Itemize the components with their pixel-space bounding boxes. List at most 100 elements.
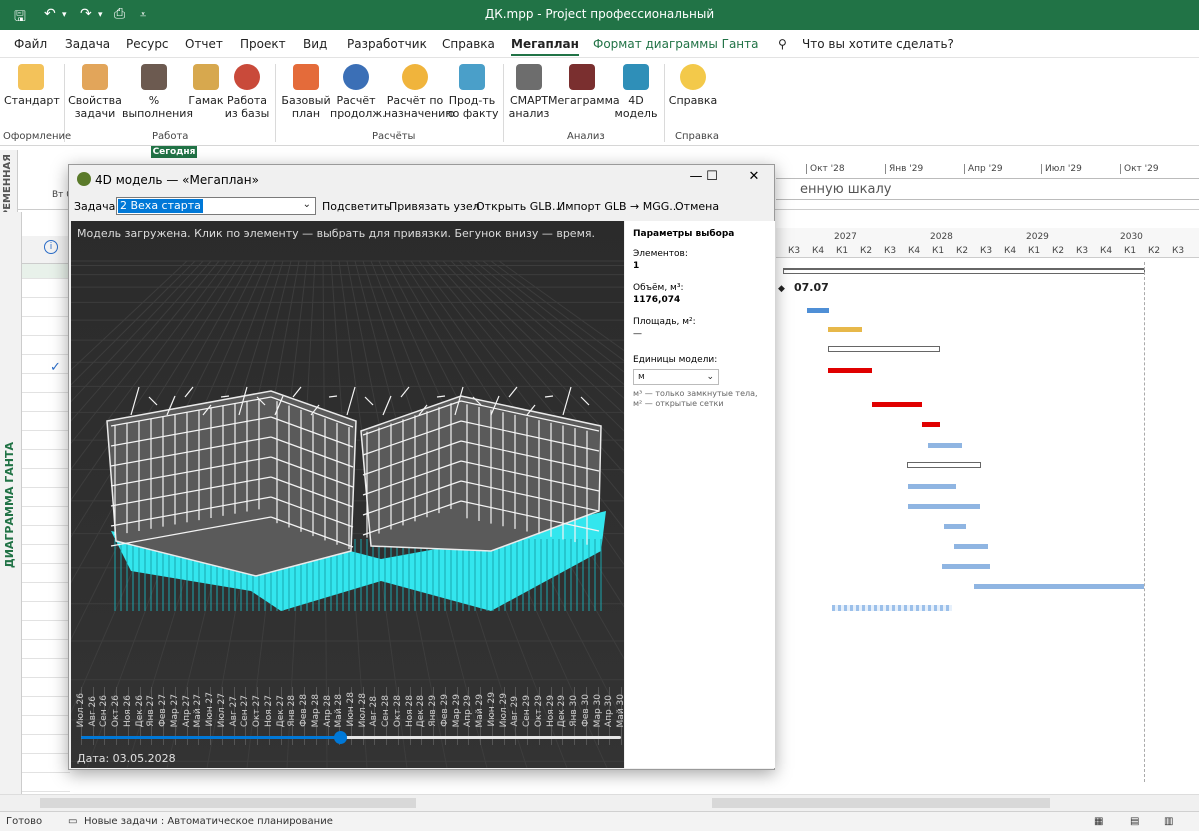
cancel-button[interactable]: Отмена bbox=[675, 200, 719, 213]
task-properties-button[interactable]: Свойства задачи bbox=[68, 64, 122, 120]
month-label: Ноя 29 bbox=[545, 694, 556, 727]
month-label: Авг 28 bbox=[369, 696, 380, 727]
year-label: 2030 bbox=[1120, 232, 1143, 242]
model-left-wing[interactable] bbox=[106, 390, 357, 577]
task-usage-view-icon[interactable]: ▤ bbox=[1130, 816, 1139, 827]
tab-report[interactable]: Отчет bbox=[185, 37, 223, 51]
horizontal-scrollbar[interactable] bbox=[0, 794, 1199, 811]
tab-resource[interactable]: Ресурс bbox=[126, 37, 169, 51]
bind-node-button[interactable]: Привязать узел bbox=[389, 200, 480, 213]
people-icon bbox=[18, 64, 44, 90]
gantt-side-label: ДИАГРАММА ГАНТА bbox=[0, 212, 22, 794]
tab-view[interactable]: Вид bbox=[303, 37, 327, 51]
gantt-chart[interactable]: 2027 2028 2029 2030 К3 К4 К1 К2 К3 К4 К1 К2 К3 К4… bbox=[776, 212, 1199, 794]
work-from-base-button[interactable]: Работа из базы bbox=[224, 64, 270, 120]
hammock-button[interactable]: Гамак bbox=[186, 64, 226, 107]
units-select-value: м bbox=[638, 372, 645, 382]
group-separator bbox=[664, 64, 665, 142]
highlight-button[interactable]: Подсветить bbox=[322, 200, 390, 213]
tab-file[interactable]: Файл bbox=[14, 37, 47, 51]
megagram-button[interactable]: Мегаграмма bbox=[548, 64, 620, 107]
critical-task-bar[interactable] bbox=[828, 368, 872, 373]
status-new-tasks[interactable]: Новые задачи : Автоматическое планирован… bbox=[84, 816, 333, 827]
calc-duration-button[interactable]: Расчёт продолж. bbox=[330, 64, 386, 120]
gantt-task-bar[interactable] bbox=[942, 564, 990, 569]
row-divider bbox=[22, 582, 70, 583]
maximize-icon[interactable]: ☐ bbox=[697, 169, 727, 184]
year-label: 2029 bbox=[1026, 232, 1049, 242]
critical-task-bar[interactable] bbox=[922, 422, 940, 427]
gantt-view-icon[interactable]: ▦ bbox=[1094, 816, 1103, 827]
units-select[interactable]: м ⌄ bbox=[633, 369, 719, 385]
scroll-thumb-left[interactable] bbox=[40, 798, 416, 808]
quarter-label: К3 bbox=[1172, 246, 1185, 256]
gantt-task-bar[interactable] bbox=[944, 524, 966, 529]
smart-analysis-button[interactable]: СМАРТ анализ bbox=[506, 64, 552, 120]
row-divider bbox=[22, 335, 70, 336]
percent-complete-button[interactable]: % выполнения bbox=[122, 64, 193, 120]
gantt-task-bar[interactable] bbox=[954, 544, 988, 549]
tab-megaplan[interactable]: Мегаплан bbox=[511, 37, 579, 56]
group-label-help: Справка bbox=[675, 131, 720, 142]
summary-bar[interactable] bbox=[783, 268, 1145, 274]
close-icon[interactable]: ✕ bbox=[739, 169, 769, 184]
month-label: Июл 29 bbox=[498, 692, 509, 727]
tab-gantt-format[interactable]: Формат диаграммы Ганта bbox=[593, 37, 758, 51]
import-glb-button[interactable]: Импорт GLB → MGG... bbox=[557, 200, 680, 213]
time-slider-fill bbox=[81, 736, 341, 739]
row-divider bbox=[22, 658, 70, 659]
group-label-work: Работа bbox=[152, 131, 189, 142]
status-bar: Готово ▭ Новые задачи : Автоматическое п… bbox=[0, 811, 1199, 831]
area-label: Площадь, м²: bbox=[633, 317, 696, 327]
tab-task[interactable]: Задача bbox=[65, 37, 110, 51]
standard-button[interactable]: Стандарт bbox=[4, 64, 60, 107]
calc-by-assignment-button[interactable]: Расчёт по назначению bbox=[384, 64, 455, 120]
actual-productivity-button[interactable]: Прод-ть по факту bbox=[444, 64, 500, 120]
gantt-side-text: ДИАГРАММА ГАНТА bbox=[3, 442, 16, 569]
critical-task-bar[interactable] bbox=[872, 402, 922, 407]
team-planner-view-icon[interactable]: ▥ bbox=[1164, 816, 1173, 827]
status-calendar-icon: ▭ bbox=[68, 816, 78, 827]
search-icon[interactable]: ⚲ bbox=[778, 37, 787, 51]
tab-developer[interactable]: Разработчик bbox=[347, 37, 427, 51]
month-label: Окт 29 bbox=[533, 694, 544, 727]
date-readout: Дата: 03.05.2028 bbox=[77, 752, 176, 765]
summary-bar[interactable] bbox=[828, 346, 940, 352]
month-label: Фев 30 bbox=[580, 694, 591, 727]
open-glb-button[interactable]: Открыть GLB... bbox=[476, 200, 562, 213]
deadline-bar[interactable] bbox=[832, 605, 952, 611]
gantt-task-bar[interactable] bbox=[908, 484, 956, 489]
quarter-label: К2 bbox=[1148, 246, 1161, 256]
model-viewport[interactable]: Модель загружена. Клик по элементу — выб… bbox=[71, 221, 624, 768]
quarter-label: К4 bbox=[812, 246, 825, 256]
table-row[interactable] bbox=[22, 264, 70, 278]
row-divider bbox=[22, 772, 70, 773]
row-divider bbox=[22, 316, 70, 317]
year-label: 2027 bbox=[834, 232, 857, 242]
scroll-thumb-right[interactable] bbox=[712, 798, 1050, 808]
month-label: Апр 29 bbox=[463, 694, 474, 727]
model-4d-button[interactable]: 4D модель bbox=[614, 64, 658, 120]
tab-help[interactable]: Справка bbox=[442, 37, 495, 51]
summary-bar[interactable] bbox=[907, 462, 981, 468]
title-bar: 🖫 ↶ ▾ ↷ ▾ ⎙ ⩡ ДК.mpp - Project профессио… bbox=[0, 0, 1199, 30]
ribbon-tabs: Файл Задача Ресурс Отчет Проект Вид Разр… bbox=[0, 30, 1199, 58]
month-label: Апр 30 bbox=[604, 694, 615, 727]
megagram-label: Мегаграмма bbox=[548, 94, 620, 107]
gantt-task-bar[interactable] bbox=[974, 584, 1144, 589]
actual-productivity-label: Прод-ть по факту bbox=[445, 94, 499, 120]
quarter-label: К3 bbox=[980, 246, 993, 256]
gantt-task-bar[interactable] bbox=[828, 327, 862, 332]
time-slider[interactable] bbox=[81, 731, 621, 744]
tab-project[interactable]: Проект bbox=[240, 37, 286, 51]
gantt-task-bar[interactable] bbox=[908, 504, 980, 509]
gantt-task-bar[interactable] bbox=[807, 308, 829, 313]
baseline-button[interactable]: Базовый план bbox=[280, 64, 332, 120]
month-label: Окт 28 bbox=[392, 694, 403, 727]
month-label: Авг 29 bbox=[510, 696, 521, 727]
row-divider bbox=[22, 468, 70, 469]
tell-me-search[interactable]: Что вы хотите сделать? bbox=[802, 37, 954, 51]
gantt-task-bar[interactable] bbox=[928, 443, 962, 448]
task-select[interactable]: 2 Веха старта ⌄ bbox=[116, 197, 316, 215]
help-button[interactable]: Справка bbox=[668, 64, 718, 107]
